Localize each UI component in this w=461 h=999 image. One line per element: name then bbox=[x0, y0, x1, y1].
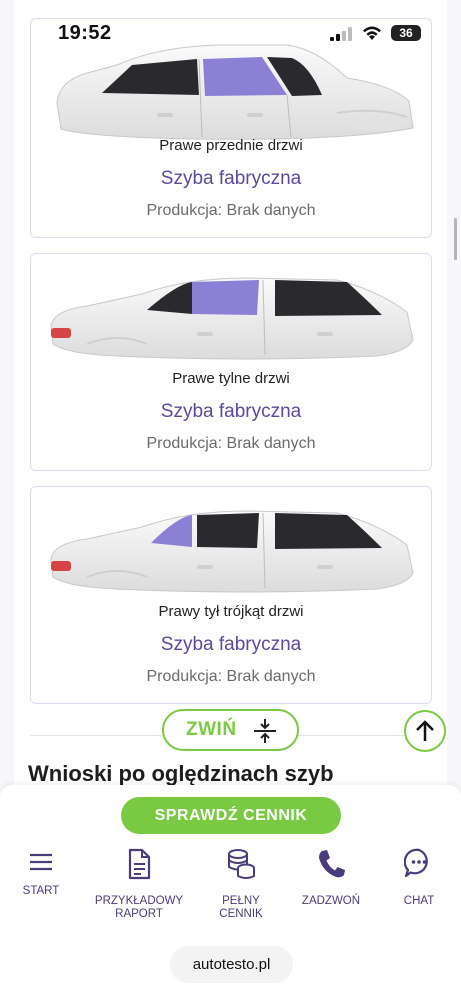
glass-card-front-right-door: Prawe przednie drzwi Szyba fabryczna Pro… bbox=[30, 18, 432, 238]
nav-item-sample-report[interactable]: PRZYKŁADOWY RAPORT bbox=[94, 847, 184, 921]
glass-type: Szyba fabryczna bbox=[160, 401, 302, 422]
coins-icon bbox=[228, 849, 255, 879]
scrollbar[interactable] bbox=[454, 218, 457, 260]
glass-type: Szyba fabryczna bbox=[160, 634, 302, 655]
glass-name: Prawe tylne drzwi bbox=[172, 370, 290, 387]
car-front-right-door-icon bbox=[56, 44, 414, 140]
cellular-signal-icon bbox=[330, 27, 352, 41]
glass-production: Produkcja: Brak danych bbox=[146, 202, 316, 219]
section-title: Wnioski po oględzinach szyb bbox=[28, 761, 334, 786]
nav-item-call[interactable]: ZADZWOŃ bbox=[286, 847, 376, 908]
collapse-button[interactable]: ZWIŃ bbox=[162, 709, 299, 751]
scroll-to-top-button[interactable] bbox=[404, 710, 446, 752]
nav-item-full-price[interactable]: PEŁNY CENNIK bbox=[196, 847, 286, 921]
nav-label-2: RAPORT bbox=[115, 908, 163, 920]
car-rear-right-quarter-icon bbox=[50, 510, 414, 593]
nav-label: PEŁNY bbox=[222, 895, 260, 907]
nav-label: ZADZWOŃ bbox=[301, 895, 361, 907]
status-bar: 19:52 36 bbox=[0, 0, 461, 48]
battery-icon: 36 bbox=[391, 25, 421, 41]
collapse-label: ZWIŃ bbox=[186, 719, 237, 740]
glass-card-rear-right-door: Prawe tylne drzwi Szyba fabryczna Produk… bbox=[30, 253, 432, 471]
phone-icon bbox=[319, 850, 345, 878]
nav-label: START bbox=[22, 885, 60, 897]
url-bar[interactable]: autotesto.pl bbox=[170, 946, 293, 983]
glass-name: Prawe przednie drzwi bbox=[159, 137, 303, 154]
check-price-button[interactable]: SPRAWDŹ CENNIK bbox=[121, 797, 341, 834]
nav-item-start[interactable]: START bbox=[0, 847, 86, 898]
nav-item-chat[interactable]: CHAT bbox=[374, 847, 461, 908]
bottom-panel: SPRAWDŹ CENNIK START PRZYKŁADOWY RAPORT bbox=[0, 785, 461, 999]
hamburger-icon bbox=[30, 853, 52, 871]
glass-production: Produkcja: Brak danych bbox=[146, 668, 316, 685]
nav-label: CHAT bbox=[403, 895, 435, 907]
status-time: 19:52 bbox=[58, 22, 112, 44]
collapse-arrows-icon bbox=[254, 719, 276, 743]
nav-label-2: CENNIK bbox=[219, 908, 263, 920]
glass-production: Produkcja: Brak danych bbox=[146, 435, 316, 452]
glass-type: Szyba fabryczna bbox=[160, 168, 302, 189]
chat-icon bbox=[404, 848, 428, 878]
page: 19:52 36 Prawe przednie drzwi Szyba fabr… bbox=[0, 0, 461, 999]
document-icon bbox=[128, 848, 151, 880]
glass-card-rear-right-quarter: Prawy tył trójkąt drzwi Szyba fabryczna … bbox=[30, 486, 432, 704]
arrow-up-icon bbox=[416, 720, 434, 741]
wifi-icon bbox=[363, 26, 381, 40]
car-rear-right-door-icon bbox=[50, 277, 414, 360]
glass-name: Prawy tył trójkąt drzwi bbox=[158, 603, 304, 620]
nav-label: PRZYKŁADOWY bbox=[94, 895, 184, 907]
